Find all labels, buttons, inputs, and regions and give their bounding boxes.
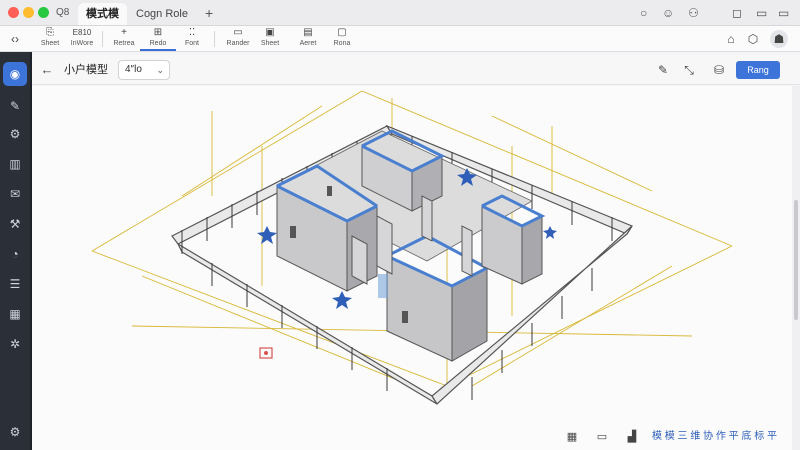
measure-icon[interactable]: ⤡: [680, 61, 698, 79]
scrollbar-thumb[interactable]: [794, 200, 798, 320]
home-icon[interactable]: ⌂: [722, 30, 740, 48]
minimize-window-button[interactable]: [23, 7, 34, 18]
tool-sheet-2[interactable]: ▣ Sheet: [252, 27, 288, 51]
window-icon-1[interactable]: ○: [640, 5, 647, 21]
sidebar-gear-icon[interactable]: ✲: [3, 332, 27, 356]
primary-action-button[interactable]: Rang: [736, 61, 780, 79]
sidebar-mail-icon[interactable]: ✉: [3, 182, 27, 206]
sidebar-layers-icon[interactable]: ✎: [3, 94, 27, 118]
view-dropdown[interactable]: 4″lo ⌄: [118, 60, 170, 80]
section-marker: [259, 347, 273, 359]
sidebar-chart-icon[interactable]: ◔: [3, 242, 27, 266]
add-icon: +: [121, 27, 127, 38]
sidebar-settings-icon[interactable]: ⚙: [3, 122, 27, 146]
sidebar-tools-icon[interactable]: ⚒: [3, 212, 27, 236]
tool-inwore[interactable]: E810 InWore: [64, 27, 100, 51]
tool-aeret[interactable]: ▤ Aeret: [290, 27, 326, 51]
sheet-icon: ⎘: [46, 27, 54, 38]
document-icon: ▤: [303, 27, 313, 38]
window-icon-4[interactable]: ◻: [732, 5, 742, 21]
bottom-mode-label: 模 模 三 维 协 作 平 底 标 平: [652, 431, 778, 442]
window-icon-2[interactable]: ☺: [662, 5, 674, 21]
maximize-window-button[interactable]: [38, 7, 49, 18]
title-bar: Q8 模式模 Cogn Role + ○ ☺ ⚇ ◻ ▭ ▭: [0, 0, 800, 26]
user-avatar-icon[interactable]: ☗: [770, 30, 788, 48]
image-icon: ▣: [265, 27, 275, 38]
pen-tool-icon[interactable]: ✎: [654, 61, 672, 79]
sidebar-docs-icon[interactable]: ▥: [3, 152, 27, 176]
isometric-floorplan: [91, 90, 733, 405]
tool-rona[interactable]: ▢ Rona: [324, 27, 360, 51]
plan-icon: ⊞: [153, 27, 163, 38]
window-icon-5[interactable]: ▭: [756, 5, 767, 21]
close-window-button[interactable]: [8, 7, 19, 18]
tool-retrea[interactable]: + Retrea: [106, 27, 142, 51]
save-icon[interactable]: ⛁: [710, 61, 728, 79]
clapper-icon[interactable]: ▟: [624, 428, 640, 446]
tab-cogn-role[interactable]: Cogn Role: [128, 3, 196, 25]
sidebar-calendar-icon[interactable]: ▦: [3, 302, 27, 326]
model-viewport[interactable]: [32, 86, 792, 450]
toolbar-divider: [214, 31, 215, 47]
sub-header: ← 小户模型 4″lo ⌄ ✎ ⤡ ⛁ Rang: [32, 55, 800, 85]
window-icon-3[interactable]: ⚇: [688, 5, 699, 21]
collapse-expand-icon[interactable]: ‹›: [6, 30, 24, 48]
toolbar-divider: [102, 31, 103, 47]
back-arrow-icon[interactable]: ←: [38, 61, 56, 79]
sidebar-list-icon[interactable]: ☰: [3, 272, 27, 296]
chevron-down-icon: ⌄: [156, 65, 164, 75]
share-icon[interactable]: ⬡: [744, 30, 762, 48]
main-toolbar: ‹› ⎘ Sheet E810 InWore + Retrea ⊞ Redo ⁚…: [0, 26, 800, 52]
grid-icon: ⁚⁚: [188, 27, 196, 38]
layout-icon[interactable]: ▦: [564, 428, 580, 446]
number-readout: E810: [72, 28, 92, 37]
calendar-icon[interactable]: ▭: [594, 428, 610, 446]
window-icon-6[interactable]: ▭: [778, 5, 789, 21]
tab-model[interactable]: 模式模: [78, 3, 127, 25]
sidebar-settings-bottom-icon[interactable]: ⚙: [3, 420, 27, 444]
sidebar-home-icon[interactable]: ◉: [3, 62, 27, 86]
tool-sheet[interactable]: ⎘ Sheet: [32, 27, 68, 51]
render-icon: ▭: [233, 27, 243, 38]
grid-view-icon[interactable]: Q8: [56, 5, 69, 21]
sidebar: ◉ ✎ ⚙ ▥ ✉ ⚒ ◔ ☰ ▦ ✲ ⚙: [0, 52, 30, 450]
tool-font[interactable]: ⁚⁚ Font: [174, 27, 210, 51]
tool-rander[interactable]: ▭ Rander: [220, 27, 256, 51]
tool-redo[interactable]: ⊞ Redo: [140, 27, 176, 51]
new-tab-button[interactable]: +: [205, 5, 213, 21]
document-icon: ▢: [337, 27, 347, 38]
breadcrumb: 小户模型: [64, 64, 108, 76]
